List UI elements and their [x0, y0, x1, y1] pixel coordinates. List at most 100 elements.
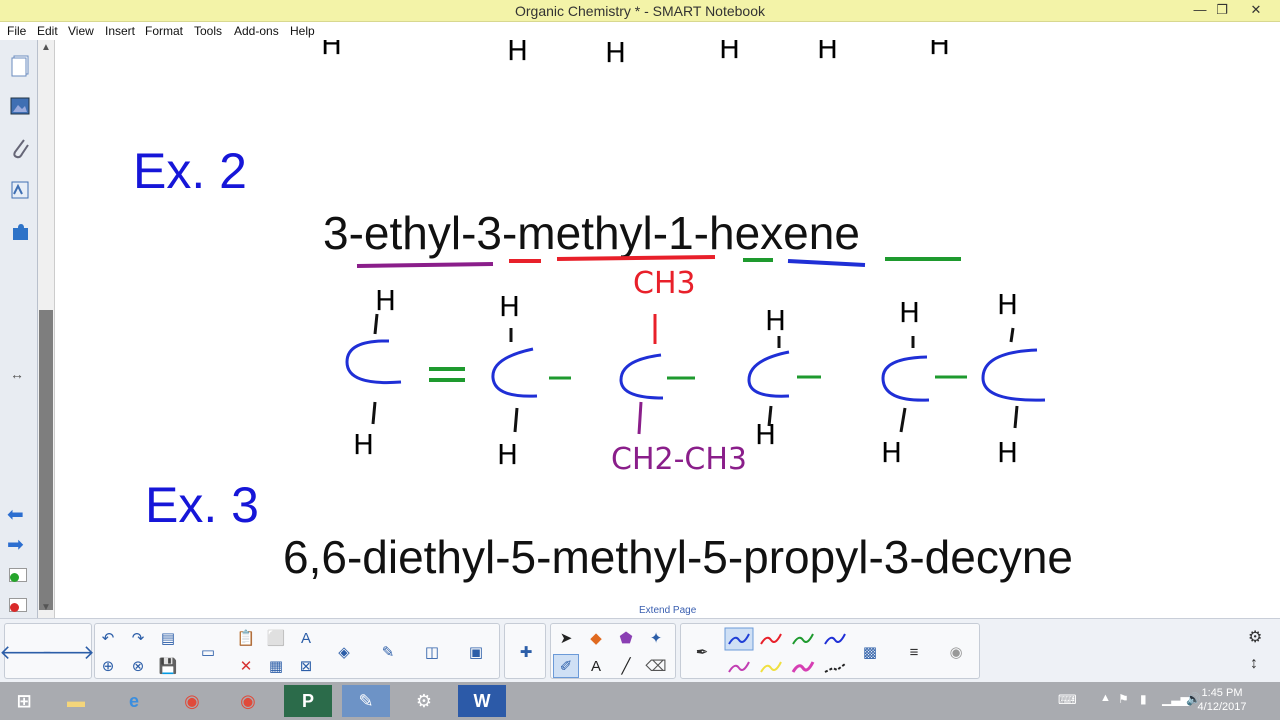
attachments-tab[interactable]	[6, 132, 34, 164]
bond-h-bottom-1	[371, 401, 377, 425]
publisher-icon[interactable]: P	[284, 685, 332, 717]
h-bottom-5: H	[881, 436, 903, 469]
delete-page-button-icon[interactable]: ⊗	[125, 654, 151, 678]
fill-effects-icon[interactable]: ◉	[943, 640, 969, 664]
response-icon[interactable]: ◈	[331, 640, 357, 664]
flag-icon[interactable]: ⚑	[1118, 692, 1129, 706]
example-3-label: Ex. 3	[145, 477, 259, 533]
menu-tools[interactable]: Tools	[194, 24, 222, 38]
page-sorter-tab[interactable]	[6, 50, 34, 82]
screen-shade-icon[interactable]: ▭	[195, 640, 221, 664]
shapes-icon[interactable]: ◆	[583, 626, 609, 650]
paperclip-icon	[13, 139, 29, 159]
toolbar-position-icon[interactable]: ↕	[1250, 655, 1258, 673]
open-folder-icon[interactable]: ▤	[155, 626, 181, 650]
underline-methyl	[556, 255, 716, 261]
menu-addons[interactable]: Add-ons	[234, 24, 279, 38]
smart-toolbar: 🡐 🡒 ↶ ↷ ▤ ⊕ ⊗ 💾 ▭ 📋 ⬜ A ✕ ▦ ⊠ ◈ ✎ ◫ ▣ ✚ …	[0, 618, 1280, 682]
keyboard-icon[interactable]: ⌨	[1058, 692, 1077, 708]
h-top-6: H	[997, 288, 1019, 321]
battery-icon[interactable]: ▮	[1140, 692, 1147, 706]
pen-icon[interactable]: ✒	[689, 640, 715, 664]
h-top-1: H	[375, 284, 397, 317]
example-3-name: 6,6-diethyl-5-methyl-5-propyl-3-decyne	[283, 531, 1073, 583]
line-style-icon[interactable]: ≡	[901, 640, 927, 664]
screen-capture-icon[interactable]: ◫	[419, 640, 445, 664]
menu-edit[interactable]: Edit	[37, 24, 58, 38]
gallery-tab[interactable]	[6, 90, 34, 122]
underline-hex	[787, 259, 866, 267]
clock-time: 1:45 PM	[1201, 687, 1243, 699]
properties-tab[interactable]	[6, 174, 34, 206]
bond-h-top-6	[1009, 327, 1015, 343]
close-x-icon[interactable]: ⊠	[293, 654, 319, 678]
scroll-up-icon[interactable]: ▲	[41, 42, 51, 53]
file-explorer-icon[interactable]: ▬	[52, 685, 100, 717]
scroll-thumb[interactable]	[39, 310, 53, 610]
internet-explorer-icon[interactable]: e	[110, 685, 158, 717]
delete-page-icon[interactable]	[9, 598, 27, 612]
notebook-canvas[interactable]: H H H H H H Ex. 2 3-ethyl-3-methyl-1-hex…	[54, 40, 1280, 618]
ethyl-group: CH2-CH3	[611, 442, 748, 477]
add-page-button-icon[interactable]: ⊕	[95, 654, 121, 678]
delete-icon[interactable]: ✕	[233, 654, 259, 678]
extend-page-link[interactable]: Extend Page	[639, 605, 696, 616]
word-icon[interactable]: W	[458, 685, 506, 717]
menu-insert[interactable]: Insert	[105, 24, 135, 38]
menu-view[interactable]: View	[68, 24, 94, 38]
carbon-1-mark	[345, 339, 402, 385]
puzzle-addon-icon[interactable]: ✚	[513, 640, 539, 664]
spellcheck-icon[interactable]: A	[293, 626, 319, 650]
pens-icon[interactable]: ✐	[553, 654, 579, 678]
menu-help[interactable]: Help	[290, 24, 315, 38]
bond-h-bottom-5	[899, 407, 907, 433]
start-icon[interactable]: ⊞	[0, 685, 48, 717]
eraser-tool-icon[interactable]: ⬟	[613, 626, 639, 650]
carbon-6-mark	[981, 348, 1046, 402]
puzzle-icon	[13, 224, 28, 240]
line-icon[interactable]: ╱	[613, 654, 639, 678]
system-clock[interactable]: 1:45 PM 4/12/2017	[1182, 686, 1262, 714]
vertical-scrollbar[interactable]: ▲ ▼	[38, 40, 54, 618]
full-screen-icon[interactable]: ⬜	[263, 626, 289, 650]
next-page-icon[interactable]: ➡	[7, 532, 24, 557]
menu-bar: File Edit View Insert Format Tools Add-o…	[0, 22, 1280, 40]
properties-icon	[11, 181, 29, 199]
bond-h-top-1	[373, 313, 379, 335]
add-page-icon[interactable]	[9, 568, 27, 582]
chrome-icon[interactable]: ◉	[168, 685, 216, 717]
carbon-2-mark	[491, 347, 538, 398]
eraser-icon[interactable]: ⌫	[643, 654, 669, 678]
close-button[interactable]: ✕	[1242, 1, 1270, 19]
menu-format[interactable]: Format	[145, 24, 183, 38]
document-camera-icon[interactable]: ▣	[463, 640, 489, 664]
undo-icon[interactable]: ↶	[95, 626, 121, 650]
tools-group: ➤ ◆ ⬟ ✦ ✐ A ╱ ⌫	[550, 623, 676, 679]
redo-icon[interactable]: ↷	[125, 626, 151, 650]
scroll-down-icon[interactable]: ▼	[41, 602, 51, 613]
h-bottom-6: H	[997, 436, 1019, 469]
previous-page-icon[interactable]: ⬅	[7, 502, 24, 527]
save-icon[interactable]: 💾	[155, 654, 181, 678]
color-picker-icon[interactable]: ▩	[857, 640, 883, 664]
chrome-2-icon[interactable]: ◉	[224, 685, 272, 717]
forward-button[interactable]: 🡒	[41, 640, 95, 664]
table-icon[interactable]: ▦	[263, 654, 289, 678]
paste-icon[interactable]: 📋	[233, 626, 259, 650]
side-tabs: ↔ ⬅ ➡	[0, 40, 38, 618]
methyl-group: CH3	[633, 266, 696, 301]
resize-handle-icon[interactable]: ↔	[10, 366, 24, 382]
text-icon[interactable]: A	[583, 654, 609, 678]
menu-file[interactable]: File	[7, 24, 26, 38]
restore-button[interactable]: ❐	[1208, 1, 1236, 19]
settings-gear-icon[interactable]: ⚙	[1248, 627, 1262, 647]
clear-ink-icon[interactable]: ✎	[375, 640, 401, 664]
addons-tab[interactable]	[6, 216, 34, 248]
smart-tools-icon[interactable]: ⚙	[400, 685, 448, 717]
back-button[interactable]: 🡐	[0, 640, 53, 664]
edit-group: ↶ ↷ ▤ ⊕ ⊗ 💾 ▭ 📋 ⬜ A ✕ ▦ ⊠ ◈ ✎ ◫ ▣	[94, 623, 500, 679]
smart-notebook-icon[interactable]: ✎	[342, 685, 390, 717]
select-icon[interactable]: ➤	[553, 626, 579, 650]
magic-pen-icon[interactable]: ✦	[643, 626, 669, 650]
tray-expand-icon[interactable]: ▲	[1100, 692, 1111, 704]
